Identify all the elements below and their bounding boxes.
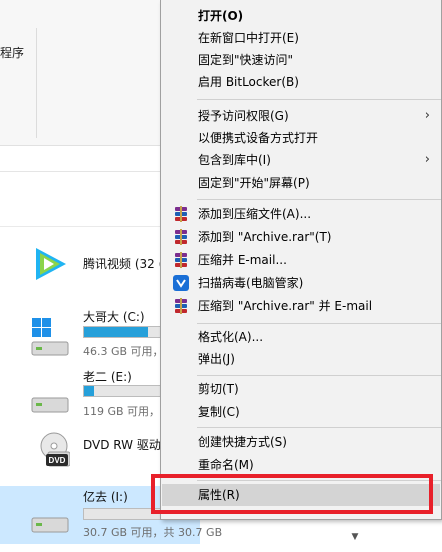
ribbon-divider xyxy=(36,28,37,138)
menu-item-cut[interactable]: 剪切(T) xyxy=(162,378,440,400)
chevron-right-icon: › xyxy=(424,152,430,167)
menu-separator xyxy=(197,99,441,100)
hard-drive-icon xyxy=(31,397,69,413)
tencent-video-icon xyxy=(36,248,66,280)
menu-item-scan-virus[interactable]: 扫描病毒(电脑管家) xyxy=(162,272,440,294)
drive-name: DVD RW 驱动 xyxy=(83,438,161,452)
drive-name: 大哥大 (C:) xyxy=(83,310,145,324)
drive-space: 46.3 GB 可用， xyxy=(83,345,164,358)
drive-name: 亿去 (I:) xyxy=(83,490,128,504)
dvd-drive-icon: DVD xyxy=(40,432,70,467)
menu-item-open-portable[interactable]: 以便携式设备方式打开 xyxy=(162,127,440,149)
chevron-right-icon: › xyxy=(424,108,430,123)
windows-drive-icon xyxy=(31,318,69,356)
menu-item-pin-quick-access[interactable]: 固定到"快速访问" xyxy=(162,49,440,71)
menu-item-pin-start[interactable]: 固定到"开始"屏幕(P) xyxy=(162,172,440,194)
winrar-icon xyxy=(173,229,189,245)
hard-drive-icon xyxy=(31,517,69,533)
scroll-down-arrow[interactable]: ▼ xyxy=(348,530,362,544)
menu-item-add-to-archive[interactable]: 添加到压缩文件(A)... xyxy=(162,203,440,225)
ribbon-program-label[interactable]: 程序 xyxy=(0,44,24,61)
menu-item-copy[interactable]: 复制(C) xyxy=(162,401,440,423)
winrar-icon xyxy=(173,252,189,268)
menu-separator xyxy=(197,480,441,481)
menu-item-eject[interactable]: 弹出(J) xyxy=(162,348,440,370)
menu-separator xyxy=(197,199,441,200)
menu-item-format[interactable]: 格式化(A)... xyxy=(162,326,440,348)
menu-item-compress-rar-email[interactable]: 压缩到 "Archive.rar" 并 E-mail xyxy=(162,295,440,317)
menu-item-open-new-window[interactable]: 在新窗口中打开(E) xyxy=(162,27,440,49)
menu-item-compress-email[interactable]: 压缩并 E-mail... xyxy=(162,249,440,271)
drive-name: 腾讯视频 (32 ( xyxy=(83,257,164,271)
menu-item-include-library[interactable]: 包含到库中(I) › xyxy=(162,149,440,171)
drive-name: 老二 (E:) xyxy=(83,370,132,384)
menu-item-rename[interactable]: 重命名(M) xyxy=(162,454,440,476)
dvd-label: DVD xyxy=(49,456,66,465)
menu-item-add-to-archive-rar[interactable]: 添加到 "Archive.rar"(T) xyxy=(162,226,440,248)
menu-separator xyxy=(197,375,441,376)
winrar-icon xyxy=(173,298,189,314)
winrar-icon xyxy=(173,206,189,222)
menu-item-bitlocker[interactable]: 启用 BitLocker(B) xyxy=(162,71,440,93)
drive-space: 119 GB 可用， xyxy=(83,405,161,418)
menu-item-grant-access[interactable]: 授予访问权限(G) › xyxy=(162,105,440,127)
section-divider xyxy=(0,226,160,227)
menu-separator xyxy=(197,427,441,428)
menu-item-open[interactable]: 打开(O) xyxy=(162,5,440,27)
drive-space: 30.7 GB 可用，共 30.7 GB xyxy=(83,526,223,539)
menu-separator xyxy=(197,323,441,324)
menu-item-create-shortcut[interactable]: 创建快捷方式(S) xyxy=(162,431,440,453)
menu-item-properties[interactable]: 属性(R) xyxy=(162,484,440,506)
context-menu: 打开(O) 在新窗口中打开(E) 固定到"快速访问" 启用 BitLocker(… xyxy=(160,0,442,520)
shield-icon xyxy=(173,275,189,291)
